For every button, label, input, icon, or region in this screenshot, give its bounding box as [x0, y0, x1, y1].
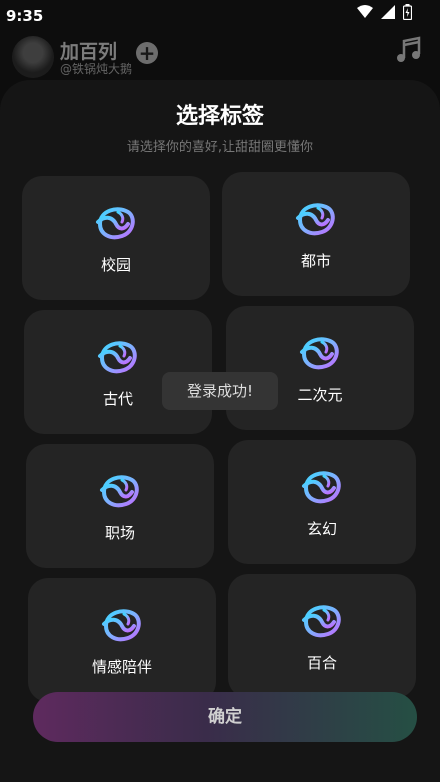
tag-card-urban[interactable]: 都市: [222, 172, 410, 296]
tag-label: 百合: [306, 654, 337, 672]
tag-card-fantasy[interactable]: 玄幻: [228, 440, 416, 564]
confirm-button[interactable]: 确定: [33, 692, 417, 742]
donut-logo-icon: [98, 470, 142, 510]
tag-label: 玄幻: [306, 520, 337, 538]
toast-message: 登录成功!: [162, 372, 278, 410]
avatar[interactable]: [12, 36, 54, 78]
profile-handle: @铁锅炖大鹅: [60, 62, 133, 76]
tag-card-anime[interactable]: 二次元: [226, 306, 414, 430]
donut-logo-icon: [94, 202, 138, 242]
donut-logo-icon: [294, 198, 338, 238]
status-icons: [357, 4, 412, 20]
donut-logo-icon: [300, 466, 344, 506]
sheet-title: 选择标签: [175, 104, 264, 129]
donut-logo-icon: [300, 600, 344, 640]
donut-logo-icon: [298, 332, 342, 372]
wifi-icon: [357, 5, 373, 18]
status-bar: 9:35: [0, 0, 440, 32]
tag-card-emotional-companion[interactable]: 情感陪伴: [28, 578, 216, 702]
tag-label: 校园: [100, 256, 131, 274]
tag-label: 情感陪伴: [91, 658, 152, 676]
tag-label: 职场: [104, 524, 135, 542]
signal-icon: [381, 5, 395, 19]
add-icon[interactable]: +: [136, 42, 158, 64]
tag-label: 都市: [300, 252, 331, 270]
tag-card-yuri[interactable]: 百合: [228, 574, 416, 698]
tag-card-workplace[interactable]: 职场: [26, 444, 214, 568]
donut-logo-icon: [100, 604, 144, 644]
tag-selection-sheet: 选择标签 请选择你的喜好,让甜甜圈更懂你 校园 都市 古代 二次元 职场 玄幻 …: [0, 80, 440, 782]
sheet-subtitle: 请选择你的喜好,让甜甜圈更懂你: [126, 140, 314, 155]
status-time: 9:35: [6, 7, 44, 25]
music-note-icon[interactable]: [396, 36, 422, 64]
battery-icon: [403, 4, 412, 20]
tag-card-campus[interactable]: 校园: [22, 176, 210, 300]
donut-logo-icon: [96, 336, 140, 376]
